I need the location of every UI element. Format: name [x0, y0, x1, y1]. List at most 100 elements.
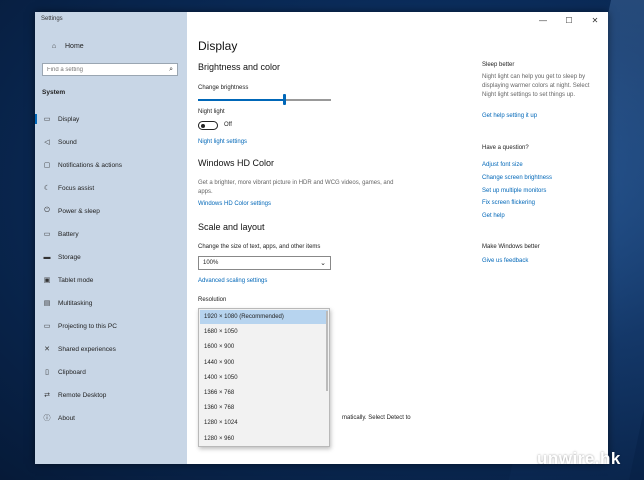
speaker-icon: ◁: [44, 139, 50, 146]
power-icon: ⏻: [44, 207, 50, 214]
sidebar-item-label: Shared experiences: [58, 345, 116, 353]
search-icon[interactable]: ⌕: [169, 66, 173, 74]
hd-color-heading: Windows HD Color: [198, 158, 275, 168]
sidebar-item-label: Display: [58, 115, 80, 123]
sidebar-item-focus-assist[interactable]: ☾ Focus assist: [35, 180, 187, 196]
shared-experiences-icon: ✕: [44, 346, 50, 353]
home-label: Home: [65, 43, 84, 50]
dropdown-scrollbar[interactable]: [326, 311, 328, 391]
sidebar-item-label: Clipboard: [58, 368, 86, 376]
sidebar-item-label: Notifications & actions: [58, 161, 122, 169]
resolution-option[interactable]: 1366 × 768: [200, 386, 328, 400]
minimize-button[interactable]: —: [530, 12, 556, 28]
section-label-system: System: [42, 89, 66, 96]
make-windows-better-heading: Make Windows better: [482, 244, 540, 250]
search-input[interactable]: [47, 66, 157, 73]
window-controls: — ☐ ✕: [530, 12, 608, 28]
help-link[interactable]: Fix screen flickering: [482, 200, 535, 206]
scale-dropdown[interactable]: 100% ⌄: [198, 256, 331, 270]
brightness-slider[interactable]: [198, 94, 331, 105]
toggle-knob: [201, 123, 205, 128]
help-link[interactable]: Get help: [482, 213, 505, 219]
sleep-better-text: Night light can help you get to sleep by…: [482, 74, 590, 98]
detect-description-partial: matically. Select Detect to: [342, 415, 411, 421]
home-icon: ⌂: [51, 43, 57, 50]
question-heading: Have a question?: [482, 145, 529, 151]
scale-value: 100%: [203, 260, 219, 266]
resolution-option[interactable]: 1680 × 1050: [200, 325, 328, 339]
change-brightness-label: Change brightness: [198, 85, 249, 91]
sidebar-item-power-sleep[interactable]: ⏻ Power & sleep: [35, 203, 187, 219]
brightness-heading: Brightness and color: [198, 62, 281, 72]
search-box[interactable]: ⌕: [42, 63, 178, 76]
sidebar-item-storage[interactable]: ▬ Storage: [35, 249, 187, 265]
resolution-option[interactable]: 1600 × 900: [200, 340, 328, 354]
help-link[interactable]: Adjust font size: [482, 162, 523, 168]
notifications-icon: ▢: [43, 162, 51, 169]
help-link[interactable]: Set up multiple monitors: [482, 188, 546, 194]
home-link[interactable]: ⌂ Home: [42, 43, 84, 50]
brightness-slider-thumb[interactable]: [283, 94, 286, 105]
sidebar-item-display[interactable]: ▭ Display: [35, 111, 187, 127]
info-icon: ⓘ: [43, 415, 51, 422]
sidebar-item-tablet-mode[interactable]: ▣ Tablet mode: [35, 272, 187, 288]
resolution-option[interactable]: 1920 × 1080 (Recommended): [200, 310, 328, 324]
close-button[interactable]: ✕: [582, 12, 608, 28]
advanced-scaling-link[interactable]: Advanced scaling settings: [198, 278, 267, 284]
sidebar-item-remote-desktop[interactable]: ⇄ Remote Desktop: [35, 387, 187, 403]
sidebar-item-projecting-to-this-pc[interactable]: ▭ Projecting to this PC: [35, 318, 187, 334]
night-light-settings-link[interactable]: Night light settings: [198, 139, 247, 145]
scale-label: Change the size of text, apps, and other…: [198, 244, 321, 250]
display-icon: ▭: [43, 116, 51, 123]
remote-desktop-icon: ⇄: [44, 392, 50, 399]
sidebar-item-clipboard[interactable]: ▯ Clipboard: [35, 364, 187, 380]
brightness-slider-fill: [198, 99, 284, 101]
storage-icon: ▬: [43, 253, 51, 261]
night-light-toggle[interactable]: [198, 121, 218, 130]
sidebar-item-battery[interactable]: ▭ Battery: [35, 226, 187, 242]
sidebar-item-label: Storage: [58, 253, 81, 261]
tablet-icon: ▣: [43, 277, 51, 284]
resolution-option[interactable]: 1280 × 960: [200, 432, 328, 446]
multitasking-icon: ▤: [43, 300, 51, 307]
sidebar: Settings ⌂ Home ⌕ System ▭ Display ◁ Sound ▢…: [35, 12, 187, 464]
help-link[interactable]: Change screen brightness: [482, 175, 552, 181]
sidebar-item-label: Multitasking: [58, 299, 93, 307]
resolution-option[interactable]: 1280 × 1024: [200, 416, 328, 430]
sidebar-item-label: Battery: [58, 230, 79, 238]
sidebar-item-label: Power & sleep: [58, 207, 100, 215]
maximize-button[interactable]: ☐: [556, 12, 582, 28]
give-feedback-link[interactable]: Give us feedback: [482, 258, 528, 264]
projecting-icon: ▭: [43, 323, 51, 330]
sleep-better-heading: Sleep better: [482, 62, 515, 68]
resolution-label: Resolution: [198, 297, 227, 303]
sidebar-item-shared-experiences[interactable]: ✕ Shared experiences: [35, 341, 187, 357]
sleep-help-link[interactable]: Get help setting it up: [482, 113, 537, 119]
resolution-option[interactable]: 1400 × 1050: [200, 371, 328, 385]
settings-window: Settings ⌂ Home ⌕ System ▭ Display ◁ Sound ▢…: [35, 12, 608, 464]
sidebar-item-label: Sound: [58, 138, 77, 146]
moon-icon: ☾: [43, 185, 51, 192]
resolution-option[interactable]: 1360 × 768: [200, 401, 328, 415]
sidebar-item-sound[interactable]: ◁ Sound: [35, 134, 187, 150]
sidebar-item-label: Remote Desktop: [58, 391, 107, 399]
scale-heading: Scale and layout: [198, 222, 265, 232]
sidebar-item-multitasking[interactable]: ▤ Multitasking: [35, 295, 187, 311]
night-light-state: Off: [224, 122, 232, 128]
resolution-dropdown-list[interactable]: 1920 × 1080 (Recommended) 1680 × 1050 1600…: [198, 308, 330, 447]
sidebar-item-label: Focus assist: [58, 184, 95, 192]
sidebar-item-notifications-actions[interactable]: ▢ Notifications & actions: [35, 157, 187, 173]
hd-color-settings-link[interactable]: Windows HD Color settings: [198, 201, 271, 207]
resolution-option[interactable]: 1440 × 900: [200, 356, 328, 370]
sidebar-item-about[interactable]: ⓘ About: [35, 410, 187, 426]
watermark: unwire.hk: [537, 449, 621, 468]
clipboard-icon: ▯: [45, 369, 49, 376]
page-title: Display: [198, 39, 238, 53]
sidebar-item-label: Tablet mode: [58, 276, 94, 284]
window-title: Settings: [41, 16, 63, 22]
battery-icon: ▭: [43, 231, 51, 238]
hd-color-description: Get a brighter, more vibrant picture in …: [198, 180, 394, 195]
sidebar-item-label: Projecting to this PC: [58, 322, 117, 330]
night-light-label: Night light: [198, 109, 225, 115]
sidebar-item-label: About: [58, 414, 75, 422]
